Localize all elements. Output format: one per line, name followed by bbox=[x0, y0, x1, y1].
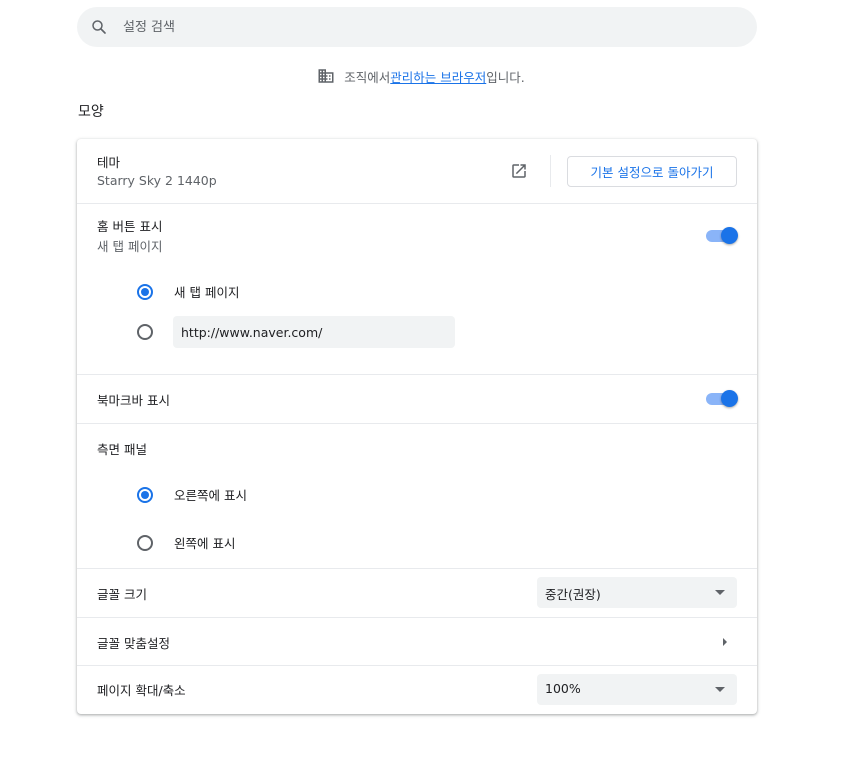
search-input[interactable] bbox=[123, 19, 723, 35]
theme-label: 테마 bbox=[97, 155, 121, 170]
managed-prefix: 조직에서 bbox=[344, 69, 391, 85]
font-size-row: 글꼴 크기 중간(권장) bbox=[77, 569, 757, 617]
customize-fonts-row[interactable]: 글꼴 맞춤설정 bbox=[77, 618, 757, 665]
radio-custom-url[interactable] bbox=[137, 324, 153, 340]
bookmarks-bar-label: 북마크바 표시 bbox=[97, 393, 170, 408]
font-size-value: 중간(권장) bbox=[545, 587, 601, 602]
radio-show-left-label: 왼쪽에 표시 bbox=[174, 536, 236, 551]
open-in-new-icon[interactable] bbox=[509, 161, 529, 181]
page-zoom-label: 페이지 확대/축소 bbox=[97, 683, 186, 698]
section-title: 모양 bbox=[78, 104, 104, 120]
home-button-row: 홈 버튼 표시 새 탭 페이지 새 탭 페이지 bbox=[77, 204, 757, 374]
page-zoom-select[interactable]: 100% bbox=[537, 674, 737, 705]
bookmarks-bar-toggle[interactable] bbox=[706, 390, 738, 407]
search-bar[interactable] bbox=[77, 7, 757, 47]
home-button-sublabel: 새 탭 페이지 bbox=[97, 239, 163, 254]
side-panel-row: 측면 패널 오른쪽에 표시 왼쪽에 표시 bbox=[77, 424, 757, 568]
reset-theme-button[interactable]: 기본 설정으로 돌아가기 bbox=[567, 156, 737, 187]
managed-suffix: 입니다. bbox=[486, 69, 525, 85]
radio-new-tab-page-label: 새 탭 페이지 bbox=[174, 285, 240, 300]
toggle-knob bbox=[721, 227, 738, 244]
theme-row: 테마 Starry Sky 2 1440p 기본 설정으로 돌아가기 bbox=[77, 139, 757, 203]
appearance-card: 테마 Starry Sky 2 1440p 기본 설정으로 돌아가기 홈 버튼 … bbox=[77, 139, 757, 714]
building-icon bbox=[317, 67, 335, 85]
home-button-toggle[interactable] bbox=[706, 227, 738, 244]
bookmarks-bar-row: 북마크바 표시 bbox=[77, 375, 757, 423]
theme-value: Starry Sky 2 1440p bbox=[97, 173, 217, 188]
radio-show-right-label: 오른쪽에 표시 bbox=[174, 488, 247, 503]
font-size-select[interactable]: 중간(권장) bbox=[537, 577, 737, 608]
home-url-input[interactable] bbox=[173, 316, 455, 348]
dropdown-arrow-icon bbox=[715, 687, 725, 692]
managed-notice: 조직에서 관리하는 브라우저 입니다. bbox=[0, 66, 842, 86]
toggle-knob bbox=[721, 390, 738, 407]
radio-show-right[interactable] bbox=[137, 487, 153, 503]
page-zoom-row: 페이지 확대/축소 100% bbox=[77, 666, 757, 714]
side-panel-label: 측면 패널 bbox=[97, 442, 147, 457]
customize-fonts-label: 글꼴 맞춤설정 bbox=[97, 636, 170, 651]
search-icon bbox=[89, 17, 109, 37]
settings-page: 조직에서 관리하는 브라우저 입니다. 모양 테마 Starry Sky 2 1… bbox=[0, 0, 842, 761]
home-button-label: 홈 버튼 표시 bbox=[97, 219, 163, 234]
dropdown-arrow-icon bbox=[715, 590, 725, 595]
vertical-separator bbox=[550, 155, 551, 187]
radio-new-tab-page[interactable] bbox=[137, 284, 153, 300]
managed-browser-link[interactable]: 관리하는 브라우저 bbox=[390, 67, 486, 86]
subpage-arrow-icon bbox=[723, 638, 727, 646]
page-zoom-value: 100% bbox=[545, 681, 581, 696]
font-size-label: 글꼴 크기 bbox=[97, 587, 147, 602]
radio-show-left[interactable] bbox=[137, 535, 153, 551]
